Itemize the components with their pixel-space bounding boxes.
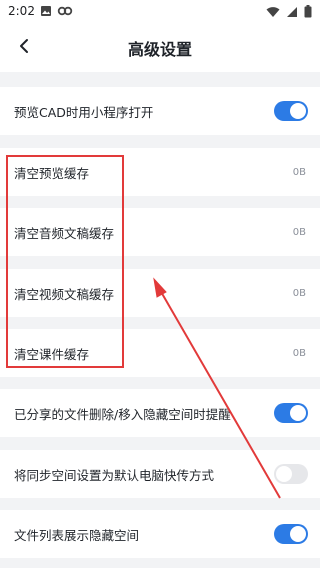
setting-clear-courseware-cache[interactable]: 清空课件缓存 0B: [0, 329, 320, 377]
setting-clear-preview-cache[interactable]: 清空预览缓存 0B: [0, 148, 320, 196]
app-bar: 高级设置: [0, 24, 320, 72]
wifi-icon: [266, 6, 280, 21]
setting-label: 文件列表展示隐藏空间: [14, 527, 140, 543]
setting-label: 将同步空间设置为默认电脑快传方式: [14, 467, 215, 483]
battery-icon: [304, 5, 312, 21]
toggle-knob: [290, 405, 306, 421]
setting-label: 清空课件缓存: [14, 346, 90, 362]
cache-size: 0B: [292, 166, 306, 178]
setting-sync-space-default-transfer: 将同步空间设置为默认电脑快传方式: [0, 450, 320, 498]
setting-label: 清空预览缓存: [14, 165, 90, 181]
setting-label: 已分享的文件删除/移入隐藏空间时提醒: [14, 406, 231, 422]
setting-show-hidden-space: 文件列表展示隐藏空间: [0, 510, 320, 558]
status-bar: 2:02: [0, 0, 320, 24]
setting-label: 清空视频文稿缓存: [14, 286, 115, 302]
toggle-knob: [276, 466, 292, 482]
status-time: 2:02: [8, 4, 35, 18]
setting-clear-audio-cache[interactable]: 清空音频文稿缓存 0B: [0, 208, 320, 256]
toggle-switch[interactable]: [274, 464, 308, 484]
setting-clear-video-cache[interactable]: 清空视频文稿缓存 0B: [0, 269, 320, 317]
cache-size: 0B: [292, 287, 306, 299]
signal-icon: [286, 6, 298, 21]
setting-label: 预览CAD时用小程序打开: [14, 104, 154, 120]
setting-label: 清空音频文稿缓存: [14, 225, 115, 241]
toggle-switch[interactable]: [274, 403, 308, 423]
setting-preview-cad-miniprogram: 预览CAD时用小程序打开: [0, 87, 320, 135]
toggle-switch[interactable]: [274, 101, 308, 121]
cache-size: 0B: [292, 347, 306, 359]
cache-size: 0B: [292, 226, 306, 238]
link-icon: [57, 5, 73, 20]
gallery-icon: [40, 5, 52, 20]
setting-shared-file-delete-reminder: 已分享的文件删除/移入隐藏空间时提醒: [0, 389, 320, 437]
toggle-switch[interactable]: [274, 524, 308, 544]
page-title: 高级设置: [127, 40, 192, 59]
toggle-knob: [290, 103, 306, 119]
toggle-knob: [290, 526, 306, 542]
